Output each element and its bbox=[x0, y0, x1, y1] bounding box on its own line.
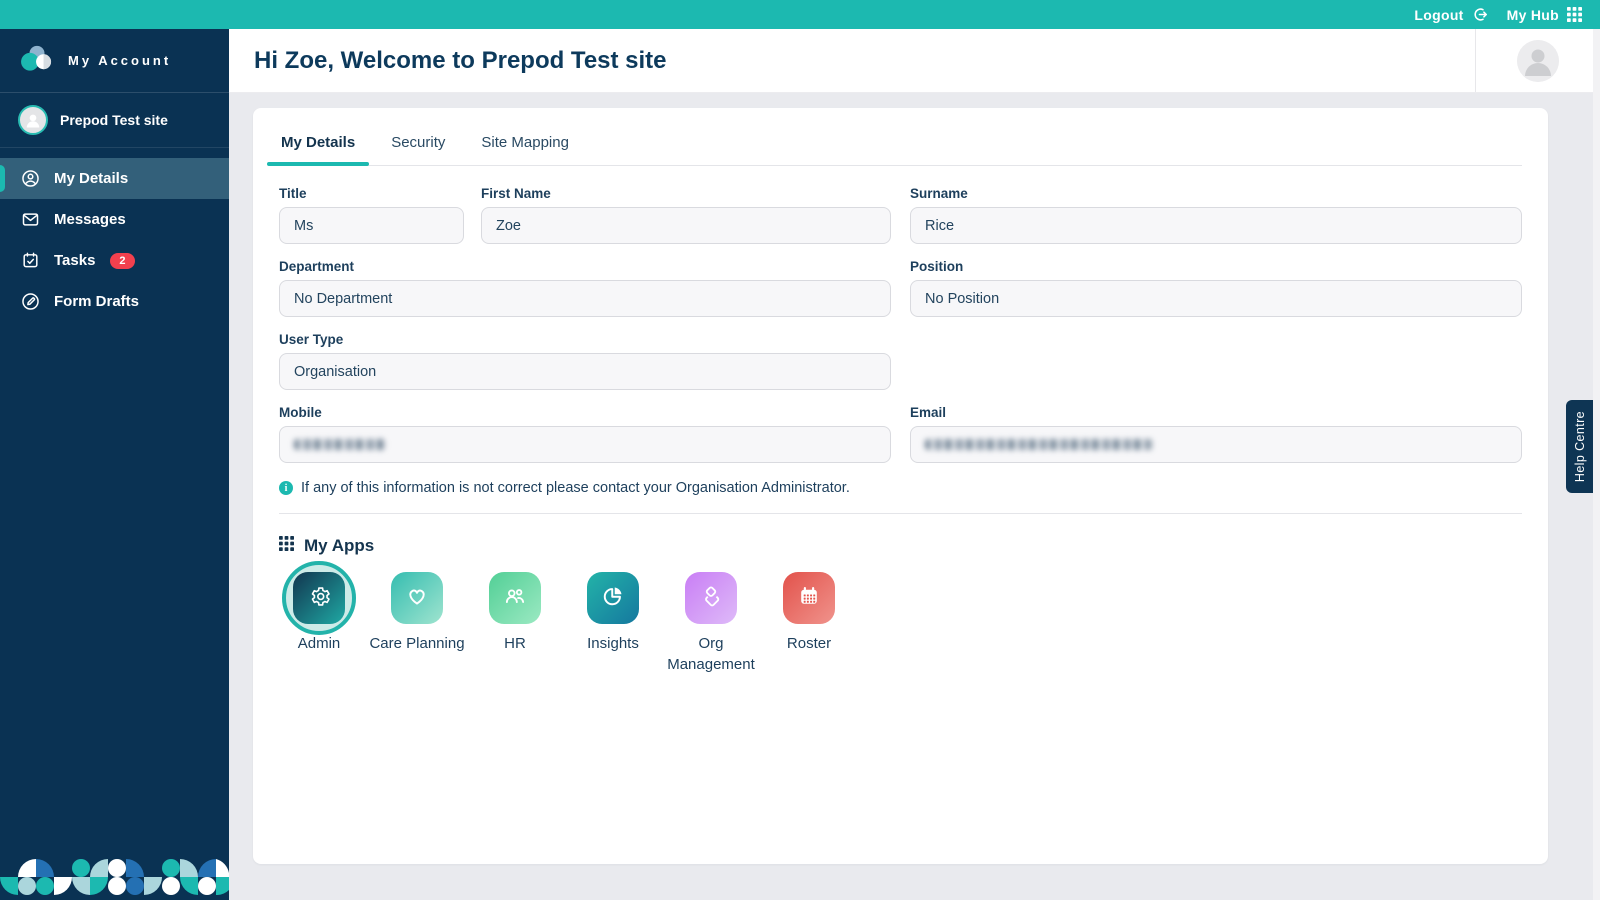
apps-grid-icon bbox=[279, 536, 294, 556]
app-label: Roster bbox=[786, 635, 832, 652]
tab-security[interactable]: Security bbox=[389, 126, 447, 165]
app-admin: Admin bbox=[270, 561, 368, 675]
app-care-planning: Care Planning bbox=[368, 572, 466, 675]
pencil-circle-icon bbox=[19, 291, 41, 313]
envelope-icon bbox=[19, 209, 41, 231]
care-planning-app-button[interactable] bbox=[391, 572, 443, 624]
site-row[interactable]: Prepod Test site bbox=[0, 93, 229, 148]
app-org-management: Org Management bbox=[662, 572, 760, 675]
details-card: My Details Security Site Mapping Title F… bbox=[253, 108, 1548, 864]
info-note-text: If any of this information is not correc… bbox=[301, 480, 850, 496]
app-label: Care Planning bbox=[369, 635, 465, 652]
app-hr: HR bbox=[466, 572, 564, 675]
insights-app-button[interactable] bbox=[587, 572, 639, 624]
pie-chart-icon bbox=[600, 583, 626, 614]
tab-site-mapping[interactable]: Site Mapping bbox=[479, 126, 571, 165]
sidebar-item-tasks[interactable]: Tasks 2 bbox=[0, 240, 229, 281]
hr-app-button[interactable] bbox=[489, 572, 541, 624]
help-centre-tab[interactable]: Help Centre bbox=[1566, 400, 1593, 493]
org-management-app-button[interactable] bbox=[685, 572, 737, 624]
top-bar: Logout My Hub bbox=[0, 0, 1600, 29]
tab-my-details[interactable]: My Details bbox=[266, 126, 370, 166]
calendar-icon bbox=[796, 583, 822, 614]
header-profile-area[interactable] bbox=[1475, 29, 1600, 92]
sidebar-item-messages[interactable]: Messages bbox=[0, 199, 229, 240]
person-circle-icon bbox=[19, 168, 41, 190]
sidebar: My Account Prepod Test site My Details M… bbox=[0, 29, 229, 900]
title-field[interactable] bbox=[279, 207, 464, 244]
site-name: Prepod Test site bbox=[60, 112, 168, 128]
app-label: Admin bbox=[297, 635, 341, 652]
section-divider bbox=[279, 513, 1522, 514]
people-icon bbox=[502, 583, 528, 614]
email-field[interactable] bbox=[910, 426, 1522, 463]
brand-row: My Account bbox=[0, 29, 229, 93]
sidebar-item-label: Messages bbox=[54, 211, 126, 228]
tab-bar: My Details Security Site Mapping bbox=[266, 108, 1522, 166]
site-avatar-icon bbox=[18, 105, 48, 135]
details-form: Title First Name Department User Type bbox=[279, 186, 1522, 478]
info-note-row: i If any of this information is not corr… bbox=[279, 480, 1522, 496]
surname-label: Surname bbox=[910, 186, 968, 201]
logout-link[interactable]: Logout bbox=[1414, 6, 1488, 23]
user-type-field[interactable] bbox=[279, 353, 891, 390]
brand-name: My Account bbox=[68, 53, 172, 68]
logout-label: Logout bbox=[1414, 6, 1464, 23]
calendar-check-icon bbox=[19, 250, 41, 272]
apps-row: Admin Care Planning HR Insights Org Mana… bbox=[270, 561, 1522, 675]
mobile-redacted-value bbox=[294, 439, 386, 450]
main-content: My Details Security Site Mapping Title F… bbox=[229, 93, 1600, 900]
department-label: Department bbox=[279, 259, 355, 274]
title-label: Title bbox=[279, 186, 307, 201]
position-field[interactable] bbox=[910, 280, 1522, 317]
first-name-label: First Name bbox=[481, 186, 551, 201]
tasks-count-badge: 2 bbox=[110, 252, 135, 269]
layers-icon bbox=[698, 583, 724, 614]
mobile-field[interactable] bbox=[279, 426, 891, 463]
my-hub-label: My Hub bbox=[1506, 6, 1559, 23]
mobile-label: Mobile bbox=[279, 405, 322, 420]
logout-icon bbox=[1472, 6, 1489, 23]
decorative-mosaic bbox=[0, 859, 229, 900]
scrollbar-track[interactable] bbox=[1593, 29, 1600, 900]
app-label: Insights bbox=[587, 635, 639, 652]
sidebar-menu: My Details Messages Tasks 2 Form Drafts bbox=[0, 158, 229, 322]
admin-app-button[interactable] bbox=[293, 572, 345, 624]
sidebar-item-label: Form Drafts bbox=[54, 293, 140, 310]
sidebar-item-my-details[interactable]: My Details bbox=[0, 158, 229, 199]
gear-icon bbox=[306, 583, 332, 614]
position-label: Position bbox=[910, 259, 964, 274]
heart-icon bbox=[404, 583, 430, 614]
page-title: Hi Zoe, Welcome to Prepod Test site bbox=[254, 46, 667, 74]
sidebar-item-label: Tasks bbox=[54, 252, 96, 269]
help-centre-label: Help Centre bbox=[1572, 410, 1587, 483]
roster-app-button[interactable] bbox=[783, 572, 835, 624]
cloud-logo-icon bbox=[18, 43, 56, 78]
sidebar-item-label: My Details bbox=[54, 170, 129, 187]
surname-field[interactable] bbox=[910, 207, 1522, 244]
app-roster: Roster bbox=[760, 572, 858, 675]
my-apps-header: My Apps bbox=[279, 536, 1522, 556]
my-apps-title: My Apps bbox=[304, 536, 375, 555]
sidebar-item-form-drafts[interactable]: Form Drafts bbox=[0, 281, 229, 322]
first-name-field[interactable] bbox=[481, 207, 891, 244]
grid-icon bbox=[1567, 7, 1582, 22]
user-avatar[interactable] bbox=[1517, 39, 1559, 82]
app-label: Org Management bbox=[667, 635, 755, 673]
app-insights: Insights bbox=[564, 572, 662, 675]
my-hub-link[interactable]: My Hub bbox=[1507, 7, 1582, 23]
department-field[interactable] bbox=[279, 280, 891, 317]
app-label: HR bbox=[504, 635, 526, 652]
email-redacted-value bbox=[925, 439, 1153, 450]
page-header: Hi Zoe, Welcome to Prepod Test site bbox=[229, 29, 1600, 93]
email-label: Email bbox=[910, 405, 947, 420]
user-type-label: User Type bbox=[279, 332, 344, 347]
info-icon: i bbox=[279, 481, 293, 495]
